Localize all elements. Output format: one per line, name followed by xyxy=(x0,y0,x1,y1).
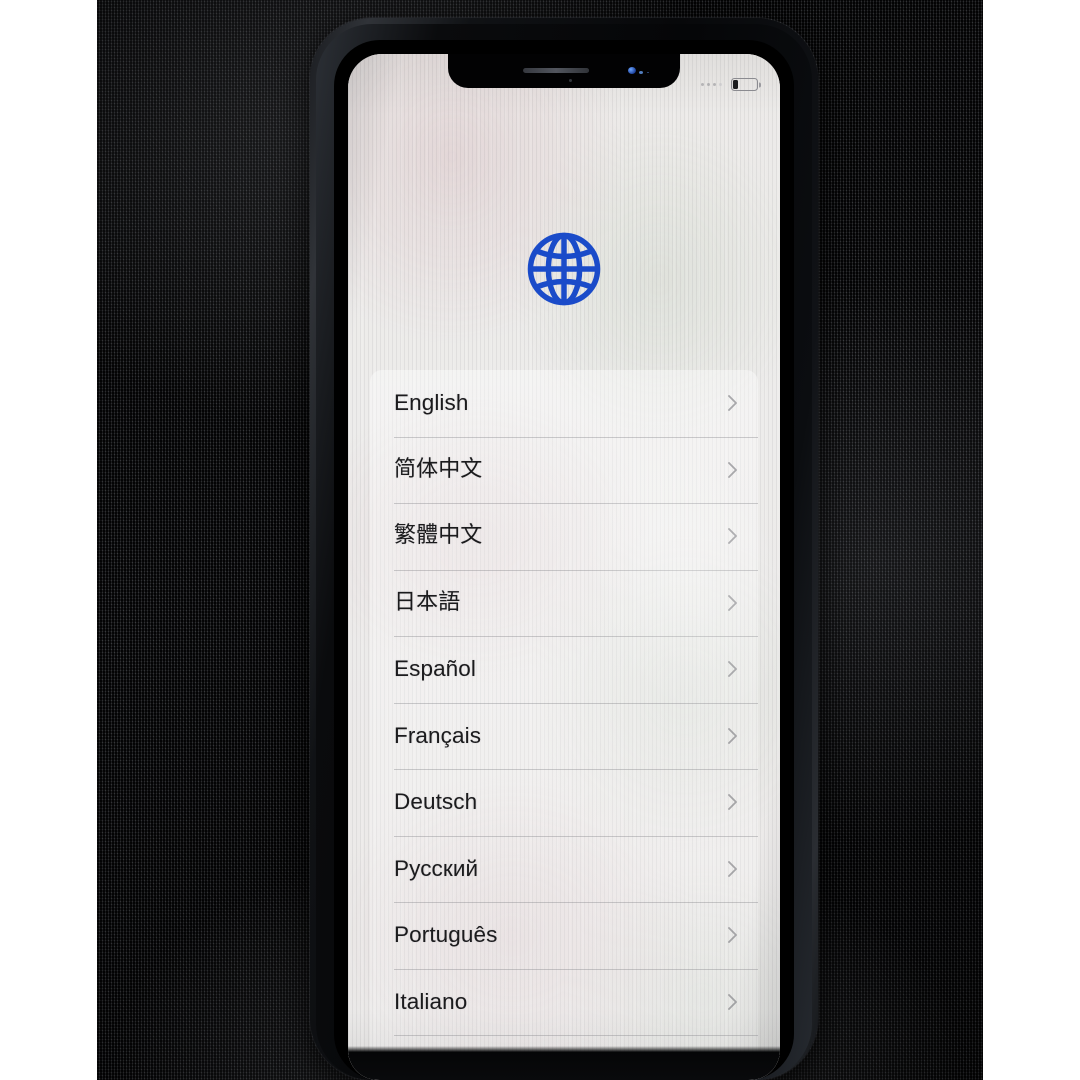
language-row-1[interactable]: English xyxy=(370,370,758,437)
language-row-4[interactable]: 日本語 xyxy=(370,569,758,637)
phone-display: English 简体中文繁體中文日本語 Español Français Deutsch… xyxy=(348,54,780,1080)
language-row-5[interactable]: Español xyxy=(370,636,758,703)
language-row-9[interactable]: Português xyxy=(370,902,758,969)
letterbox-bar-left xyxy=(0,0,97,1080)
globe-icon xyxy=(348,230,780,308)
language-label: Deutsch xyxy=(394,789,478,814)
phone-screen-housing: English 简体中文繁體中文日本語 Español Français Deutsch… xyxy=(334,40,794,1080)
letterbox-bar-right xyxy=(983,0,1080,1080)
language-list: English 简体中文繁體中文日本語 Español Français Deutsch… xyxy=(370,370,758,1080)
language-row-10[interactable]: Italiano xyxy=(370,968,758,1036)
language-row-7[interactable]: Deutsch xyxy=(370,769,758,836)
language-row-3[interactable]: 繁體中文 xyxy=(370,503,758,570)
chevron-right-icon xyxy=(727,594,738,612)
screenshot-canvas: English 简体中文繁體中文日本語 Español Français Deutsch… xyxy=(0,0,1080,1080)
battery-fill xyxy=(733,80,738,89)
language-label: 한국어 xyxy=(394,1053,456,1078)
language-label: Português xyxy=(394,922,498,947)
language-row-2[interactable]: 简体中文 xyxy=(370,436,758,504)
signal-strength-dots-icon xyxy=(700,82,722,87)
chevron-right-icon xyxy=(727,993,738,1011)
chevron-right-icon xyxy=(727,793,738,811)
chevron-right-icon xyxy=(727,926,738,944)
phone-bezel: English 简体中文繁體中文日本語 Español Français Deutsch… xyxy=(316,24,812,1080)
language-row-8[interactable]: Русский xyxy=(370,835,758,903)
device-notch xyxy=(448,54,680,88)
language-label: Italiano xyxy=(394,988,468,1014)
language-label: Français xyxy=(394,722,482,748)
language-label: 日本語 xyxy=(394,589,461,615)
language-label: Русский xyxy=(394,855,479,881)
photo-background: English 简体中文繁體中文日本語 Español Français Deutsch… xyxy=(95,0,983,1080)
language-label: 简体中文 xyxy=(394,456,483,482)
chevron-right-icon xyxy=(727,727,738,745)
chevron-right-icon xyxy=(727,527,738,545)
language-row-11[interactable]: 한국어 xyxy=(370,1035,758,1077)
language-label: Español xyxy=(394,656,477,681)
chevron-right-icon xyxy=(727,860,738,878)
battery-icon xyxy=(731,78,758,91)
language-label: 繁體中文 xyxy=(394,523,483,549)
earpiece-speaker-icon xyxy=(523,68,590,73)
language-label: English xyxy=(394,390,469,415)
chevron-right-icon xyxy=(727,394,738,412)
proximity-sensor-icon xyxy=(568,79,572,82)
status-bar xyxy=(700,78,758,91)
front-camera-icon xyxy=(628,67,636,74)
chevron-right-icon xyxy=(727,461,738,479)
chevron-right-icon xyxy=(727,660,738,678)
language-row-6[interactable]: Français xyxy=(370,702,758,770)
iphone-device: English 简体中文繁體中文日本語 Español Français Deutsch… xyxy=(310,18,818,1080)
